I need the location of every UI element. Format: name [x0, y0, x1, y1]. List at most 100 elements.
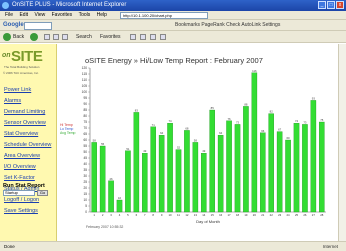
- sidebar-link-area-overview[interactable]: Area Overview: [4, 153, 40, 159]
- sidebar-link-stat-overview[interactable]: Stat Overview: [4, 131, 38, 137]
- y-tick-label: 75: [83, 120, 87, 124]
- print-icon[interactable]: [150, 34, 156, 40]
- sidebar-link-alarms[interactable]: Alarms: [4, 98, 21, 104]
- y-tick-label: 45: [83, 156, 87, 160]
- home-icon[interactable]: [62, 34, 68, 40]
- sidebar: on SITE The Total Building Solution © 20…: [0, 44, 57, 241]
- bar: [319, 121, 325, 213]
- x-tick-label: 20: [253, 213, 257, 217]
- bar: [108, 180, 114, 213]
- bar-value-label: 66: [261, 129, 265, 133]
- bar: [167, 123, 173, 213]
- bar-value-label: 74: [295, 119, 299, 123]
- status-bar: Done Internet: [0, 241, 346, 251]
- y-tick-label: 20: [83, 186, 87, 190]
- stop-icon[interactable]: [44, 34, 50, 40]
- search-button[interactable]: Search: [76, 31, 92, 43]
- bar: [116, 199, 123, 213]
- sidebar-link-io-overview[interactable]: I/O Overview: [4, 164, 36, 170]
- history-icon[interactable]: [130, 34, 136, 40]
- bar-value-label: 93: [312, 96, 316, 100]
- bar-value-label: 75: [320, 118, 324, 122]
- go-button[interactable]: Go: [37, 190, 48, 196]
- bar-value-label: 60: [287, 136, 291, 140]
- x-tick-label: 21: [261, 213, 265, 217]
- bar: [234, 124, 241, 213]
- sidebar-link-set-k-factor[interactable]: Set K-Factor: [4, 175, 35, 181]
- y-tick-label: 60: [83, 138, 87, 142]
- sidebar-link-power-link[interactable]: Power Link: [4, 87, 31, 93]
- x-tick-label: 9: [161, 213, 163, 217]
- run-report-select[interactable]: Startup: [3, 190, 35, 196]
- menu-tools[interactable]: Tools: [79, 12, 91, 18]
- address-bar[interactable]: http://10.1.100.20/chart.php: [120, 12, 208, 19]
- bar-value-label: 10: [118, 196, 122, 200]
- google-search-input[interactable]: [24, 22, 52, 30]
- y-tick-label: 120: [82, 66, 88, 70]
- bar: [192, 142, 199, 213]
- y-tick-label: 55: [83, 144, 87, 148]
- bar: [142, 153, 148, 213]
- logo-on-text: on: [2, 52, 11, 59]
- back-button[interactable]: Back: [13, 31, 24, 43]
- sidebar-link-logoff-logon[interactable]: Logoff / Logon: [4, 197, 39, 203]
- mail-icon[interactable]: [140, 34, 146, 40]
- bar: [310, 100, 317, 213]
- bar-value-label: 116: [252, 69, 257, 73]
- menu-favorites[interactable]: Favorites: [52, 12, 73, 18]
- back-icon[interactable]: [3, 33, 11, 41]
- google-logo: Google: [3, 22, 24, 28]
- window-titlebar: OnSITE PLUS - Microsoft Internet Explore…: [0, 0, 346, 11]
- sidebar-link-sensor-overview[interactable]: Sensor Overview: [4, 120, 46, 126]
- sidebar-link-schedule-overview[interactable]: Schedule Overview: [4, 142, 51, 148]
- bar-value-label: 64: [219, 131, 223, 135]
- status-text: Done: [4, 244, 15, 249]
- y-tick-label: 95: [83, 96, 87, 100]
- minimize-button[interactable]: _: [318, 1, 326, 9]
- bar: [150, 126, 156, 213]
- bar-value-label: 82: [270, 110, 274, 114]
- edit-icon[interactable]: [160, 34, 166, 40]
- sidebar-link-save-settings[interactable]: Save Settings: [4, 208, 38, 214]
- menu-file[interactable]: File: [5, 12, 13, 18]
- x-tick-label: 14: [202, 213, 206, 217]
- bar-value-label: 76: [228, 117, 232, 121]
- bar-value-label: 68: [185, 126, 189, 130]
- refresh-icon[interactable]: [53, 34, 59, 40]
- bar: [91, 142, 97, 213]
- maximize-button[interactable]: □: [327, 1, 335, 9]
- x-axis-label: Day of Month: [196, 219, 220, 224]
- x-tick-label: 22: [270, 213, 274, 217]
- bar-value-label: 88: [244, 102, 248, 106]
- x-tick-label: 5: [127, 213, 129, 217]
- bar: [260, 132, 266, 213]
- logo-site-text: SITE: [11, 48, 43, 65]
- bar-value-label: 26: [110, 177, 114, 181]
- y-tick-label: 100: [82, 90, 88, 94]
- bar: [251, 72, 258, 213]
- google-toolbar-links[interactable]: Bookmarks PageRank Check AutoLink Settin…: [175, 20, 280, 31]
- bar-value-label: 51: [126, 147, 130, 151]
- x-tick-label: 6: [136, 213, 138, 217]
- window-title: OnSITE PLUS - Microsoft Internet Explore…: [12, 2, 127, 8]
- bar-value-label: 58: [194, 138, 198, 142]
- bar-value-label: 85: [211, 106, 215, 110]
- vertical-scrollbar[interactable]: [338, 44, 346, 241]
- bar: [293, 123, 300, 213]
- sidebar-link-demand-limiting[interactable]: Demand Limiting: [4, 109, 45, 115]
- x-tick-label: 12: [185, 213, 189, 217]
- y-tick-label: 90: [83, 102, 87, 106]
- menu-edit[interactable]: Edit: [19, 12, 28, 18]
- bar-value-label: 49: [143, 149, 147, 153]
- close-button[interactable]: x: [336, 1, 344, 9]
- y-tick-label: 80: [83, 114, 87, 118]
- menu-view[interactable]: View: [34, 12, 45, 18]
- favorites-button[interactable]: Favorites: [100, 31, 121, 43]
- x-tick-label: 7: [144, 213, 146, 217]
- y-tick-label: 10: [83, 198, 87, 202]
- bar: [302, 124, 308, 213]
- forward-icon[interactable]: [30, 33, 38, 41]
- bar: [217, 135, 224, 213]
- bar-value-label: 83: [135, 108, 139, 112]
- menu-help[interactable]: Help: [97, 12, 107, 18]
